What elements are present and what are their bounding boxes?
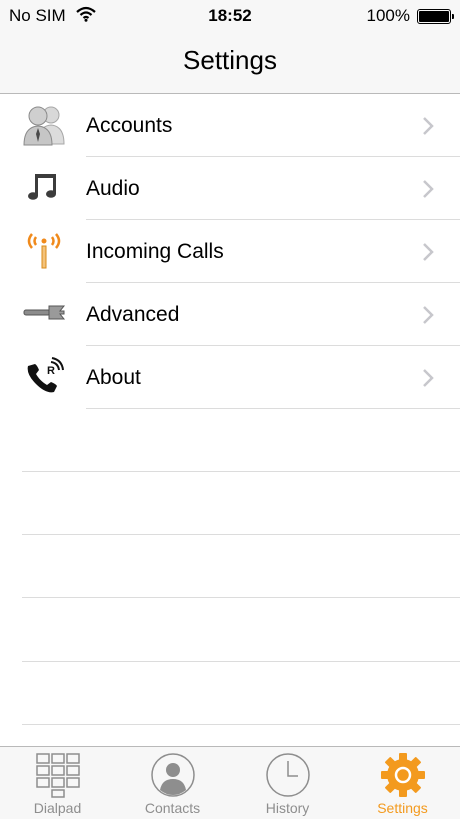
battery-percentage: 100% <box>366 6 410 25</box>
row-divider <box>22 471 460 472</box>
accounts-icon <box>22 102 66 146</box>
settings-item-label: About <box>86 366 141 389</box>
gear-icon <box>380 752 426 798</box>
chevron-right-icon <box>422 243 434 261</box>
wrench-icon <box>22 291 66 335</box>
settings-item-incoming-calls[interactable]: Incoming Calls <box>0 220 460 283</box>
navigation-bar: No SIM 18:52 100% Settings <box>0 0 460 94</box>
svg-text:R: R <box>47 365 55 377</box>
dialpad-icon <box>35 752 81 798</box>
status-bar: No SIM 18:52 100% <box>0 0 460 32</box>
chevron-right-icon <box>422 306 434 324</box>
tab-label: Contacts <box>144 800 201 816</box>
settings-item-accounts[interactable]: Accounts <box>0 94 460 157</box>
tab-label: History <box>265 800 310 816</box>
tab-settings[interactable]: Settings <box>345 747 460 819</box>
phone-icon: R <box>22 354 66 398</box>
tab-history[interactable]: History <box>230 747 345 819</box>
battery-icon <box>417 9 454 24</box>
antenna-icon <box>22 228 66 272</box>
page-title: Settings <box>183 45 277 75</box>
tab-contacts[interactable]: Contacts <box>115 747 230 819</box>
row-divider <box>22 534 460 535</box>
chevron-right-icon <box>422 369 434 387</box>
clock-icon <box>265 752 311 798</box>
row-divider <box>22 724 460 725</box>
settings-item-audio[interactable]: Audio <box>0 157 460 220</box>
settings-list: Accounts Audio Incoming Calls Advanced R… <box>0 94 460 409</box>
settings-item-label: Accounts <box>86 114 173 137</box>
row-divider <box>86 408 460 409</box>
settings-item-label: Incoming Calls <box>86 240 224 263</box>
settings-item-advanced[interactable]: Advanced <box>0 283 460 346</box>
settings-item-label: Advanced <box>86 303 180 326</box>
settings-item-label: Audio <box>86 177 140 200</box>
tab-label: Settings <box>377 800 428 816</box>
row-divider <box>22 661 460 662</box>
chevron-right-icon <box>422 117 434 135</box>
tab-label: Dialpad <box>33 800 82 816</box>
music-note-icon <box>22 165 66 209</box>
tab-dialpad[interactable]: Dialpad <box>0 747 115 819</box>
contacts-icon <box>150 752 196 798</box>
chevron-right-icon <box>422 180 434 198</box>
tab-bar: Dialpad Contacts History Settings <box>0 746 460 819</box>
row-divider <box>22 597 460 598</box>
settings-item-about[interactable]: R About <box>0 346 460 409</box>
